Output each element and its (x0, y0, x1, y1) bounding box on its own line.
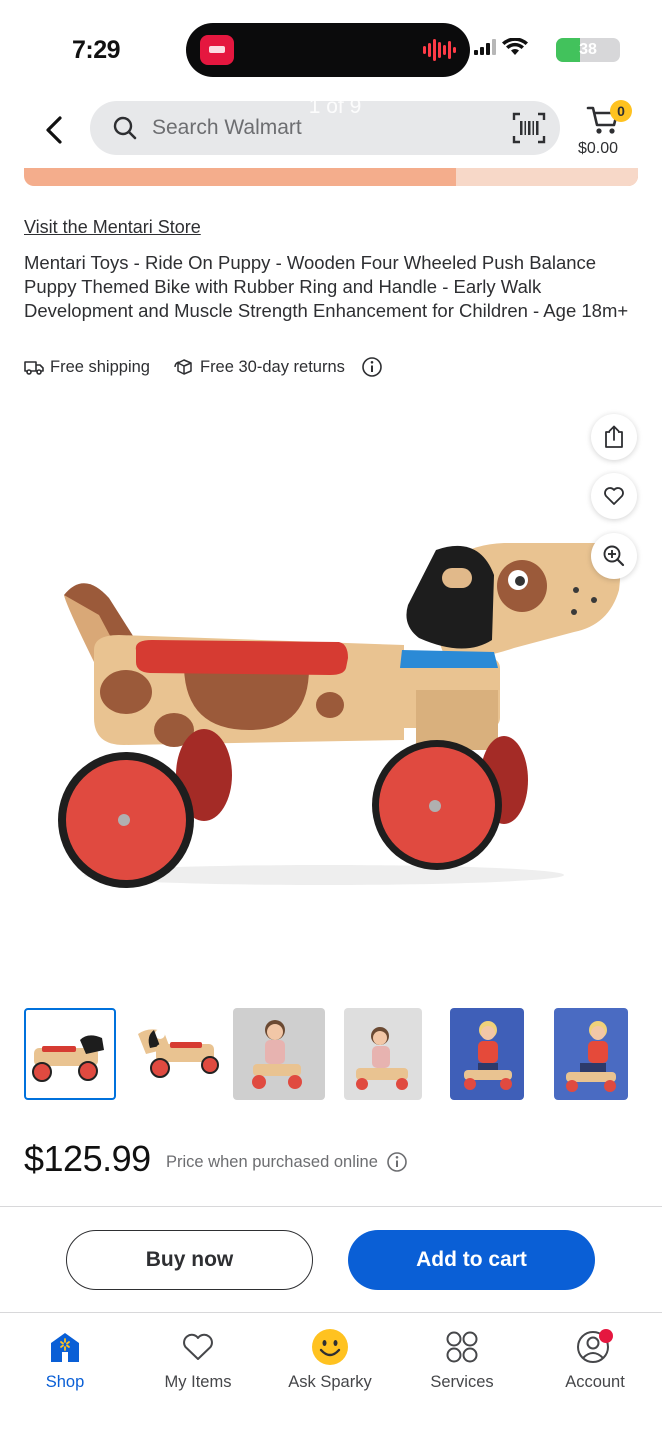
info-icon[interactable] (361, 356, 383, 378)
nav-ask-sparky[interactable]: Ask Sparky (275, 1327, 385, 1392)
thumbnail-5[interactable] (450, 1008, 524, 1100)
search-icon (113, 116, 137, 140)
thumbnail-4[interactable] (344, 1008, 422, 1100)
account-icon (577, 1329, 613, 1363)
favorite-button[interactable] (591, 473, 637, 519)
nav-services-label: Services (430, 1373, 494, 1391)
free-shipping-perk: Free shipping (24, 358, 150, 377)
nav-ask-sparky-label: Ask Sparky (288, 1373, 372, 1391)
visit-store-link[interactable]: Visit the Mentari Store (24, 217, 201, 238)
barcode-scan-icon[interactable] (512, 112, 546, 144)
thumbnail-6[interactable] (554, 1008, 628, 1100)
services-grid-icon (446, 1331, 478, 1363)
perks-row: Free shipping Free 30-day returns (24, 356, 407, 378)
add-to-cart-button[interactable]: Add to cart (348, 1230, 595, 1290)
cellular-signal-icon (474, 39, 496, 55)
free-shipping-label: Free shipping (50, 357, 150, 376)
heart-icon (604, 487, 624, 505)
status-bar: 7:29 38 (0, 0, 662, 100)
cart-count-badge: 0 (610, 100, 632, 122)
promo-banner-strip[interactable] (24, 168, 638, 186)
nav-account-label: Account (565, 1373, 625, 1391)
cart-button[interactable]: 0 $0.00 (578, 100, 642, 160)
share-button[interactable] (591, 414, 637, 460)
chevron-left-icon (46, 116, 62, 144)
image-counter: 1 of 9 (308, 95, 362, 118)
buy-now-button[interactable]: Buy now (66, 1230, 313, 1290)
truck-icon (24, 361, 44, 375)
return-box-icon (174, 359, 192, 375)
back-button[interactable] (34, 110, 74, 150)
free-returns-label: Free 30-day returns (199, 357, 345, 376)
bottom-navigation: Shop My Items Ask Sparky Services Accoun… (0, 1313, 662, 1440)
nav-my-items-label: My Items (164, 1373, 232, 1391)
product-image-gallery[interactable] (24, 400, 638, 990)
nav-shop[interactable]: Shop (10, 1327, 120, 1392)
zoom-button[interactable] (591, 533, 637, 579)
heart-icon (183, 1333, 213, 1360)
product-title: Mentari Toys - Ride On Puppy - Wooden Fo… (24, 252, 629, 321)
battery-indicator: 38 (556, 38, 620, 62)
shop-icon (51, 1333, 79, 1362)
sparky-icon (312, 1329, 348, 1365)
battery-percentage: 38 (579, 41, 597, 58)
nav-shop-label: Shop (45, 1373, 85, 1391)
nav-account[interactable]: Account (540, 1327, 650, 1392)
actions-divider (0, 1206, 662, 1207)
share-icon (605, 425, 623, 448)
nav-services[interactable]: Services (407, 1327, 517, 1392)
cart-total: $0.00 (578, 140, 619, 157)
price-info-icon[interactable] (386, 1151, 408, 1173)
thumbnail-3[interactable] (233, 1008, 325, 1100)
product-main-image[interactable] (24, 400, 638, 990)
free-returns-perk: Free 30-day returns (174, 356, 383, 378)
price-note-label: Price when purchased online (166, 1152, 378, 1171)
status-time: 7:29 (72, 36, 121, 64)
thumbnail-1[interactable] (24, 1008, 116, 1100)
dynamic-island[interactable] (186, 23, 470, 77)
wifi-icon (502, 38, 528, 56)
thumbnail-2[interactable] (130, 1008, 222, 1100)
product-price: $125.99 (24, 1138, 151, 1179)
thumbnail-strip (24, 1008, 638, 1100)
zoom-in-icon (603, 545, 625, 567)
audio-wave-icon (423, 38, 456, 62)
price-note: Price when purchased online (166, 1151, 408, 1173)
recording-app-icon (200, 35, 234, 65)
nav-my-items[interactable]: My Items (143, 1327, 253, 1392)
